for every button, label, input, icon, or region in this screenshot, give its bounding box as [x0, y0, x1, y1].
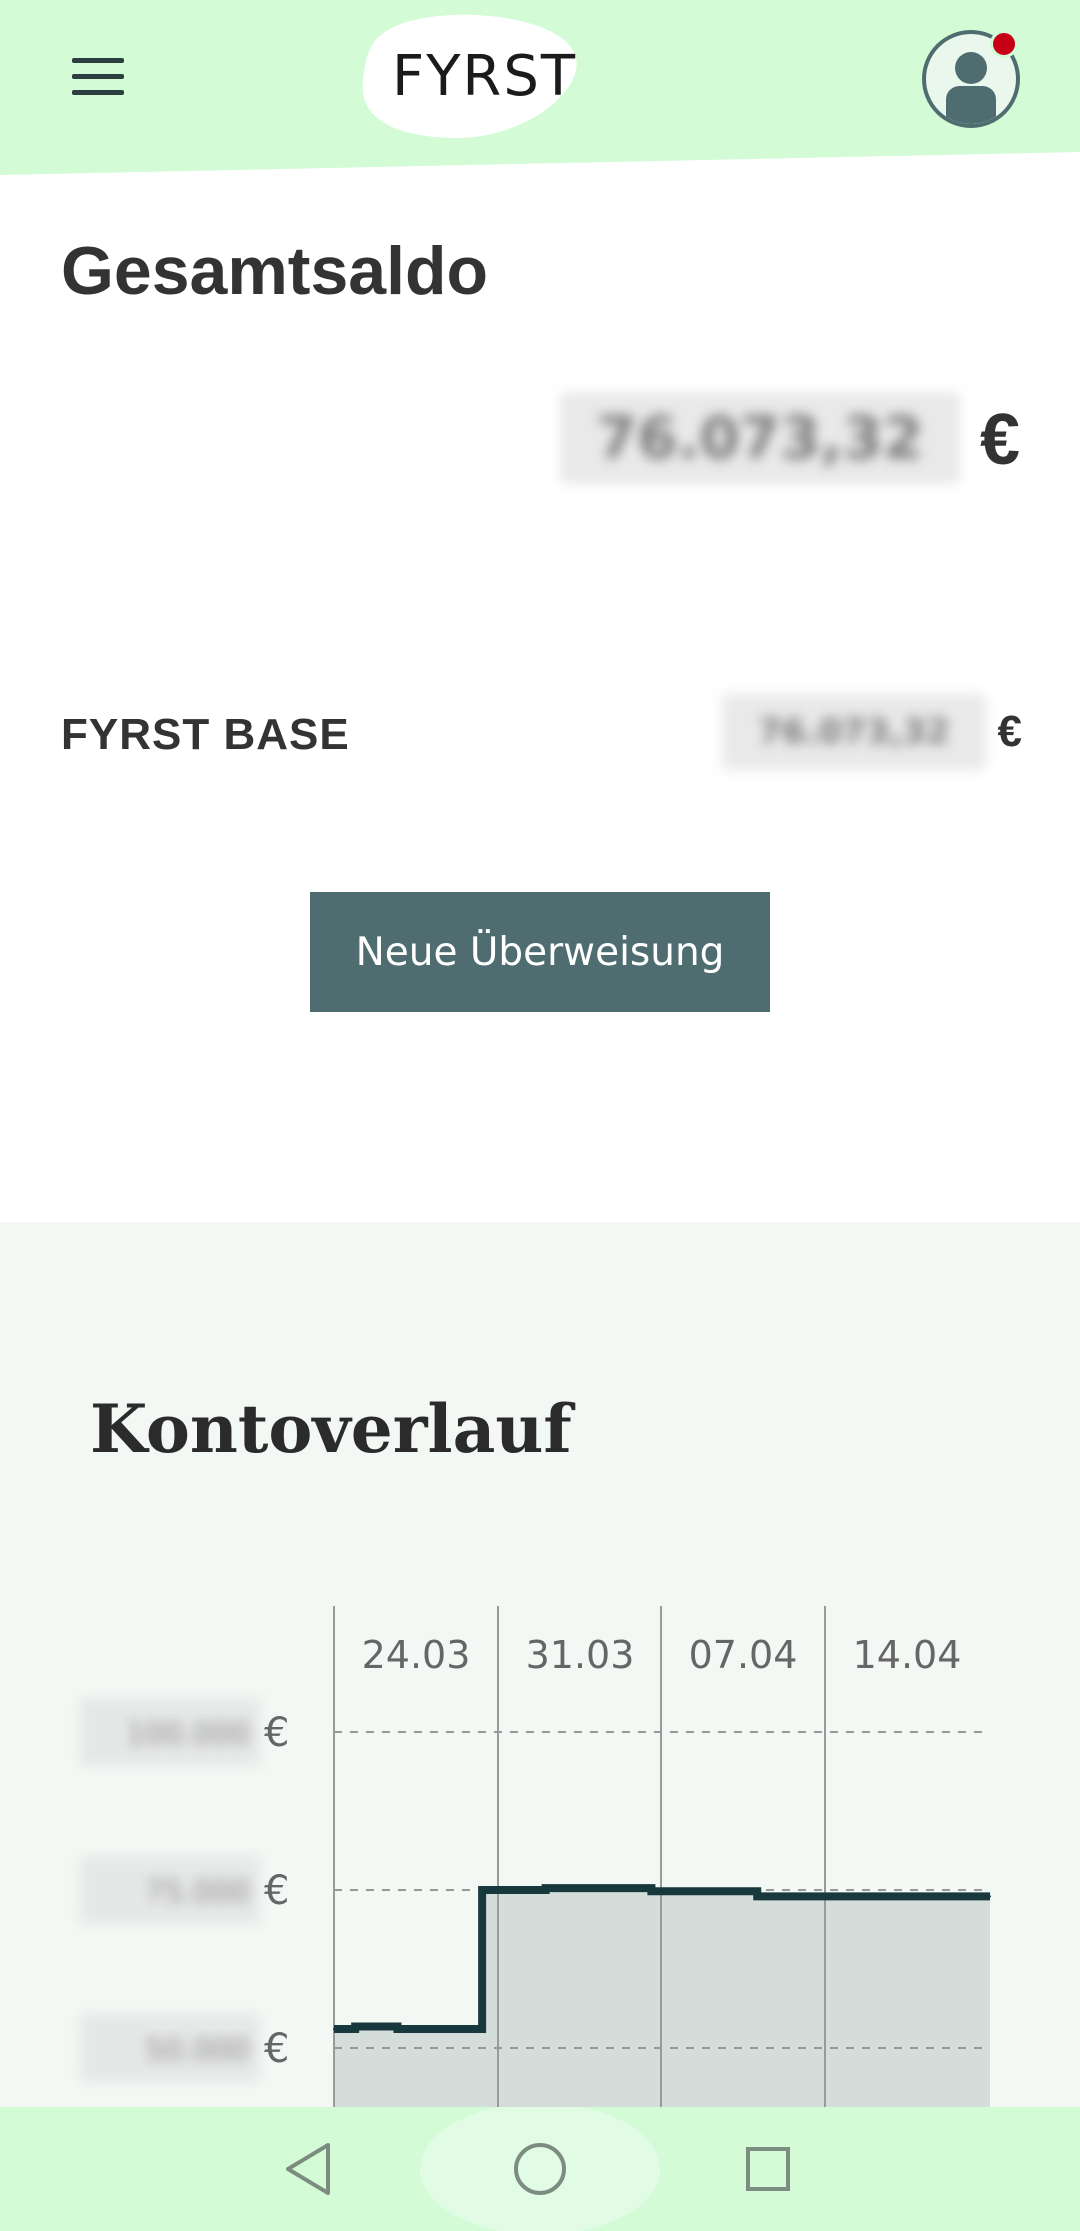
app-header: FYRST — [0, 0, 1080, 175]
recents-square-icon[interactable] — [718, 2107, 818, 2231]
account-name[interactable]: FYRST BASE — [61, 710, 350, 760]
y-tick-currency: € — [264, 1710, 289, 1756]
chart-data-point — [396, 2028, 399, 2031]
chart-data-point — [756, 1895, 759, 1898]
x-tick-label: 07.04 — [689, 1633, 798, 1677]
x-tick-label: 24.03 — [362, 1633, 471, 1677]
chart-data-point — [989, 1895, 991, 1898]
home-circle-icon[interactable] — [420, 2107, 660, 2231]
notification-badge — [990, 30, 1018, 58]
x-tick-label: 14.04 — [853, 1633, 962, 1677]
total-balance: 76.073,32 € — [560, 392, 1020, 488]
system-navigation-bar — [0, 2107, 1080, 2231]
chart-data-point — [544, 1887, 547, 1890]
chart-data-point — [354, 2025, 357, 2028]
fyrst-logo[interactable]: FYRST — [392, 44, 577, 109]
account-history-chart[interactable]: 24.03 31.03 07.04 14.04 100.000 €75.000 €50.00… — [0, 1222, 1080, 2107]
chart-data-point — [481, 1889, 484, 1891]
account-balance-currency: € — [997, 707, 1022, 756]
y-tick-currency: € — [264, 2026, 289, 2072]
chart-data-point — [650, 1890, 653, 1893]
y-tick-value: 100.000 — [126, 1717, 250, 1752]
account-balance-amount: 76.073,32 — [722, 694, 986, 770]
x-tick-label: 31.03 — [526, 1633, 635, 1677]
page-title: Gesamtsaldo — [61, 233, 489, 309]
y-tick-value: 75.000 — [145, 1875, 250, 1910]
chart-data-point — [333, 2028, 335, 2031]
total-balance-currency: € — [979, 400, 1020, 480]
account-history-section: Kontoverlauf 24.03 31.03 07.04 14.04 100.000… — [0, 1222, 1080, 2107]
account-balance[interactable]: 76.073,32 € — [722, 694, 1022, 770]
hamburger-menu-icon[interactable] — [72, 58, 124, 102]
back-triangle-icon[interactable] — [258, 2107, 358, 2231]
y-tick-value: 50.000 — [145, 2033, 250, 2068]
new-transfer-button[interactable]: Neue Überweisung — [310, 892, 770, 1012]
total-balance-amount: 76.073,32 — [560, 392, 960, 484]
y-tick-currency: € — [264, 1868, 289, 1914]
